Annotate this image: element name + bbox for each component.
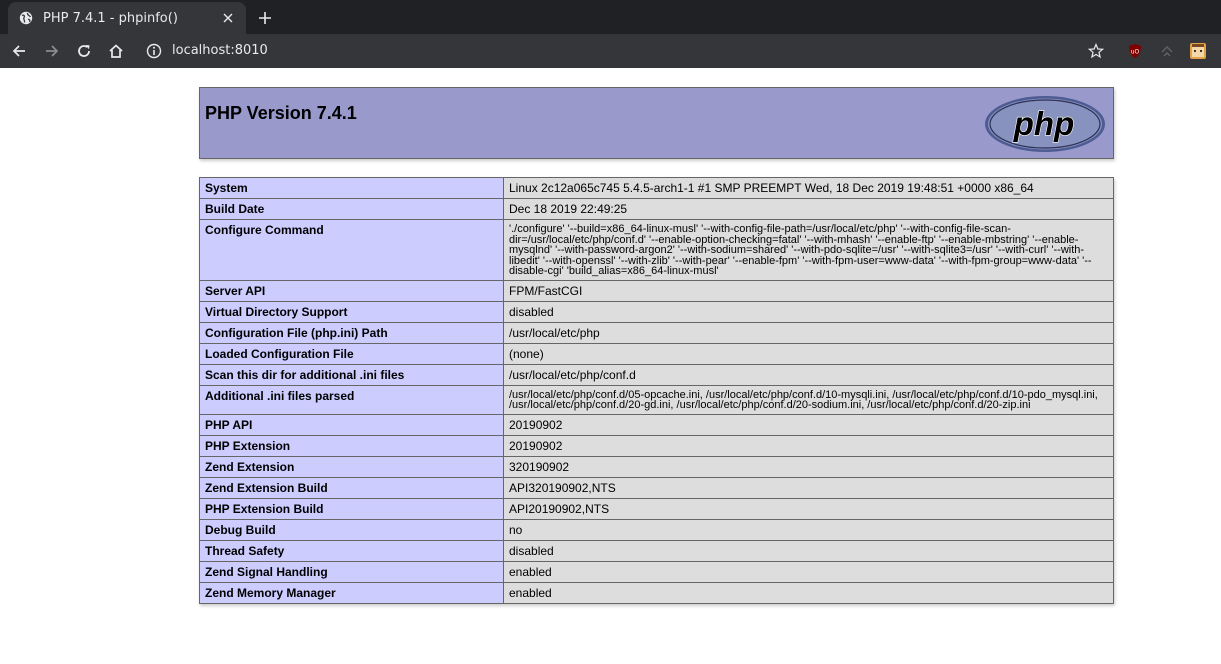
info-key: Scan this dir for additional .ini files [199, 363, 504, 386]
table-row: System Linux 2c12a065c745 5.4.5-arch1-1 #… [199, 177, 1114, 199]
browser-toolbar: localhost:8010 uO [0, 34, 1221, 68]
info-key: System [199, 177, 504, 199]
close-icon[interactable] [220, 10, 236, 26]
phpinfo-table: System Linux 2c12a065c745 5.4.5-arch1-1 #… [199, 177, 1114, 604]
table-row: Debug Build no [199, 518, 1114, 541]
table-row: Thread Safety disabled [199, 539, 1114, 562]
info-value: /usr/local/etc/php [503, 321, 1114, 344]
info-value: FPM/FastCGI [503, 279, 1114, 302]
info-value: no [503, 518, 1114, 541]
info-key: Zend Signal Handling [199, 560, 504, 583]
table-row: Additional .ini files parsed/usr/local/e… [199, 384, 1114, 415]
table-row: Configure Command './configure' '--build=… [199, 219, 1114, 281]
table-row: Zend Memory Manager enabled [199, 581, 1114, 604]
info-key: PHP Extension Build [199, 497, 504, 520]
browser-tab-strip: PHP 7.4.1 - phpinfo() [0, 0, 1221, 34]
info-key: Zend Extension [199, 455, 504, 478]
phpinfo-container: PHP Version 7.4.1 php System Linux 2c12a0… [199, 87, 1114, 604]
svg-text:uO: uO [1131, 49, 1140, 56]
info-value: /usr/local/etc/php/conf.d/05-opcache.ini… [503, 384, 1114, 415]
info-key: Configure Command [199, 219, 504, 281]
info-value: 20190902 [503, 434, 1114, 457]
info-value: Linux 2c12a065c745 5.4.5-arch1-1 #1 SMP … [503, 177, 1114, 199]
info-value: 20190902 [503, 413, 1114, 436]
table-row: Configuration File (php.ini) Path/usr/lo… [199, 321, 1114, 344]
info-key: PHP Extension [199, 434, 504, 457]
info-key: Zend Extension Build [199, 476, 504, 499]
php-logo-text: php [1013, 105, 1074, 142]
table-row: Virtual Directory Support disabled [199, 300, 1114, 323]
info-key: Loaded Configuration File [199, 342, 504, 365]
table-row: Zend Extension Build API320190902,NTS [199, 476, 1114, 499]
info-value: disabled [503, 300, 1114, 323]
tab-title: PHP 7.4.1 - phpinfo() [43, 10, 178, 26]
info-value: API320190902,NTS [503, 476, 1114, 499]
info-key: Debug Build [199, 518, 504, 541]
star-icon[interactable] [1087, 42, 1105, 60]
info-key: Configuration File (php.ini) Path [199, 321, 504, 344]
globe-icon [19, 11, 33, 25]
info-value: disabled [503, 539, 1114, 562]
info-key: Zend Memory Manager [199, 581, 504, 604]
reload-icon[interactable] [70, 37, 98, 65]
table-row: Server API FPM/FastCGI [199, 279, 1114, 302]
info-value: API20190902,NTS [503, 497, 1114, 520]
info-icon[interactable] [146, 43, 162, 59]
arrow-right-icon[interactable] [38, 37, 66, 65]
profile-avatar-icon[interactable] [1189, 42, 1207, 60]
info-key: PHP API [199, 413, 504, 436]
address-bar[interactable]: localhost:8010 [136, 38, 1080, 64]
table-row: Scan this dir for additional .ini files /… [199, 363, 1114, 386]
table-row: Zend Extension 320190902 [199, 455, 1114, 478]
info-key: Virtual Directory Support [199, 300, 504, 323]
info-value: enabled [503, 581, 1114, 604]
table-row: PHP API 20190902 [199, 413, 1114, 436]
ublock-origin-extension-icon[interactable]: uO [1126, 42, 1144, 60]
info-value: enabled [503, 560, 1114, 583]
info-value: './configure' '--build=x86_64-linux-musl… [503, 219, 1114, 281]
php-version-title: PHP Version 7.4.1 [205, 103, 357, 123]
info-key: Thread Safety [199, 539, 504, 562]
info-value: 320190902 [503, 455, 1114, 478]
table-row: Loaded Configuration File (none) [199, 342, 1114, 365]
table-row: Zend Signal Handling enabled [199, 560, 1114, 583]
phpinfo-header: PHP Version 7.4.1 php [199, 87, 1114, 159]
info-key: Additional .ini files parsed [199, 384, 504, 415]
table-row: Build Date Dec 18 2019 22:49:25 [199, 198, 1114, 220]
home-icon[interactable] [102, 37, 130, 65]
plus-icon[interactable] [256, 9, 274, 27]
table-row: PHP Extension Build API20190902,NTS [199, 497, 1114, 520]
table-row: PHP Extension 20190902 [199, 434, 1114, 457]
info-value: /usr/local/etc/php/conf.d [503, 363, 1114, 386]
info-value: (none) [503, 342, 1114, 365]
url-text: localhost:8010 [172, 43, 268, 58]
extension-icon[interactable] [1158, 42, 1176, 60]
info-key: Server API [199, 279, 504, 302]
info-value: Dec 18 2019 22:49:25 [503, 198, 1114, 220]
browser-tab[interactable]: PHP 7.4.1 - phpinfo() [8, 2, 246, 34]
php-logo[interactable]: php [984, 95, 1106, 153]
arrow-left-icon[interactable] [5, 37, 33, 65]
info-key: Build Date [199, 198, 504, 220]
